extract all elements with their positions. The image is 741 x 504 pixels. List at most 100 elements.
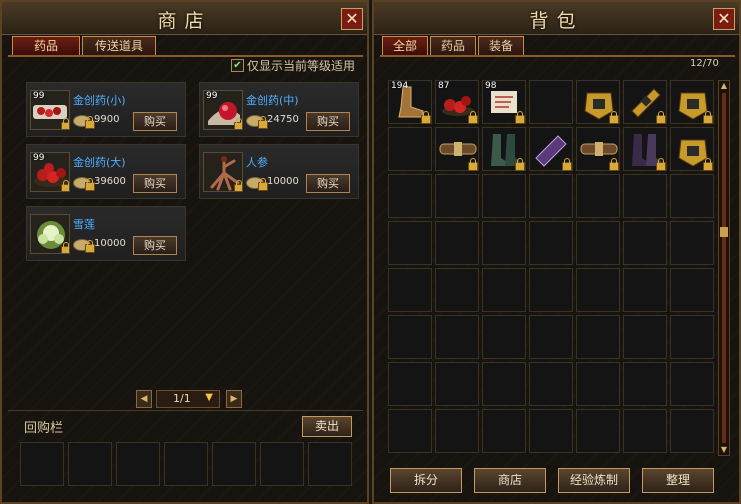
red-orb-potion-icon[interactable]: 99 [203,90,243,130]
item-name[interactable]: 人参 [246,154,268,170]
bag-slot-empty[interactable] [482,409,526,453]
item-name[interactable]: 金创药(小) [73,92,126,108]
bag-close-button[interactable]: ✕ [713,8,735,30]
bag-slot-empty[interactable] [576,174,620,218]
small-red-pills-icon[interactable]: 99 [30,90,70,130]
buy-button[interactable]: 购买 [306,112,350,131]
bag-slot-scroll[interactable]: 98 [482,80,526,124]
bag-slot-gold-bracer[interactable] [623,80,667,124]
ginseng-root-icon[interactable] [203,152,243,192]
item-name[interactable]: 雪莲 [73,216,95,232]
bag-slot-empty[interactable] [670,268,714,312]
bag-slot-empty[interactable] [623,315,667,359]
bag-slot-empty[interactable] [435,174,479,218]
sell-button[interactable]: 卖出 [302,416,352,437]
bag-slot-empty[interactable] [576,362,620,406]
scroll-down-icon[interactable]: ▼ [719,445,729,455]
bag-slot-belt[interactable] [435,127,479,171]
bag-slot-empty[interactable] [529,174,573,218]
bag-slot-empty[interactable] [670,362,714,406]
tab-medicine[interactable]: 药品 [12,36,80,56]
shop-titlebar[interactable]: 商店 ✕ [2,2,367,35]
buyback-slot[interactable] [116,442,160,486]
buyback-slot[interactable] [20,442,64,486]
bag-slot-empty[interactable] [482,362,526,406]
sort-button[interactable]: 整理 [642,468,714,493]
bag-slot-boots[interactable]: 194 [388,80,432,124]
bag-slot-empty[interactable] [388,315,432,359]
bag-slot-empty[interactable] [529,362,573,406]
split-button[interactable]: 拆分 [390,468,462,493]
bag-titlebar[interactable]: 背包 ✕ [374,2,739,35]
bag-slot-purple-bracer[interactable] [529,127,573,171]
bag-slot-empty[interactable] [435,315,479,359]
bag-slot-empty[interactable] [576,221,620,265]
bag-slot-empty[interactable] [529,221,573,265]
tab-equipment[interactable]: 装备 [478,36,524,56]
bag-slot-empty[interactable] [529,80,573,124]
bag-slot-empty[interactable] [623,268,667,312]
bag-slot-belt[interactable] [576,127,620,171]
next-page-button[interactable]: ▶ [226,390,242,408]
scroll-thumb[interactable] [720,227,728,237]
bag-slot-red-pills[interactable]: 87 [435,80,479,124]
bag-slot-empty[interactable] [435,268,479,312]
tab-all[interactable]: 全部 [382,36,428,56]
buy-button[interactable]: 购买 [133,236,177,255]
bag-slot-empty[interactable] [435,362,479,406]
buyback-slot[interactable] [260,442,304,486]
bag-slot-empty[interactable] [388,362,432,406]
bag-slot-empty[interactable] [529,315,573,359]
bag-slot-empty[interactable] [388,174,432,218]
bag-slot-empty[interactable] [388,127,432,171]
bag-slot-empty[interactable] [529,268,573,312]
bag-slot-empty[interactable] [388,409,432,453]
bag-slot-empty[interactable] [623,409,667,453]
page-indicator[interactable]: 1/1 ▼ [156,390,220,408]
bag-slot-empty[interactable] [482,268,526,312]
level-filter-label[interactable]: 仅显示当前等级适用 [247,57,355,74]
tab-bag-medicine[interactable]: 药品 [430,36,476,56]
bag-slot-green-boots[interactable] [482,127,526,171]
bag-slot-empty[interactable] [576,409,620,453]
bag-slot-empty[interactable] [670,174,714,218]
item-name[interactable]: 金创药(大) [73,154,126,170]
bag-slot-purple-boots[interactable] [623,127,667,171]
large-red-pills-icon[interactable]: 99 [30,152,70,192]
bag-slot-empty[interactable] [576,315,620,359]
scroll-track[interactable] [722,93,726,443]
bag-slot-gold-armor[interactable] [576,80,620,124]
bag-slot-empty[interactable] [435,221,479,265]
bag-slot-empty[interactable] [388,221,432,265]
buyback-slot[interactable] [68,442,112,486]
tab-teleport-items[interactable]: 传送道具 [82,36,156,56]
buyback-slot[interactable] [164,442,208,486]
snow-lotus-icon[interactable] [30,214,70,254]
bag-slot-empty[interactable] [435,409,479,453]
item-name[interactable]: 金创药(中) [246,92,299,108]
bag-slot-empty[interactable] [623,362,667,406]
buy-button[interactable]: 购买 [133,112,177,131]
bag-slot-empty[interactable] [576,268,620,312]
bag-slot-empty[interactable] [482,315,526,359]
scroll-up-icon[interactable]: ▲ [719,81,729,91]
bag-slot-empty[interactable] [670,315,714,359]
bag-slot-empty[interactable] [482,174,526,218]
bag-slot-empty[interactable] [670,221,714,265]
bag-slot-gold-armor[interactable] [670,80,714,124]
buy-button[interactable]: 购买 [133,174,177,193]
bag-slot-gold-armor[interactable] [670,127,714,171]
bag-slot-empty[interactable] [529,409,573,453]
exp-refine-button[interactable]: 经验炼制 [558,468,630,493]
buy-button[interactable]: 购买 [306,174,350,193]
shop-button[interactable]: 商店 [474,468,546,493]
buyback-slot[interactable] [212,442,256,486]
bag-slot-empty[interactable] [482,221,526,265]
bag-slot-empty[interactable] [623,174,667,218]
bag-slot-empty[interactable] [623,221,667,265]
shop-close-button[interactable]: ✕ [341,8,363,30]
level-filter-checkbox[interactable]: ✔ [231,59,244,72]
bag-slot-empty[interactable] [388,268,432,312]
bag-slot-empty[interactable] [670,409,714,453]
prev-page-button[interactable]: ◀ [136,390,152,408]
